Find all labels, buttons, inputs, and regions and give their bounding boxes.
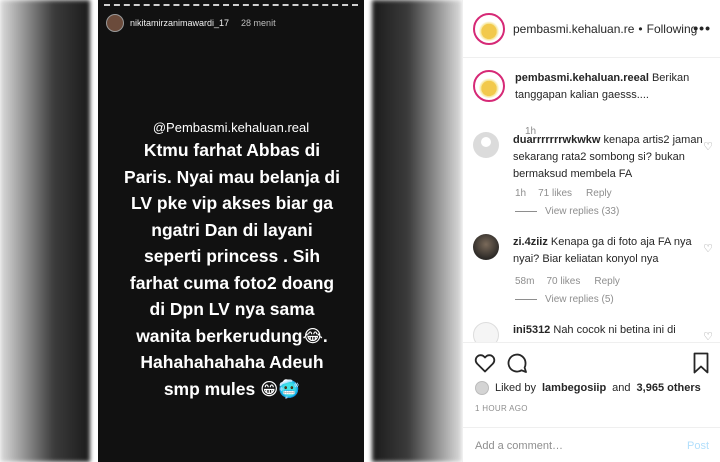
view-replies-line xyxy=(515,299,537,300)
laughing-emoji-icon: 😂 xyxy=(302,325,323,346)
post-time: 1 HOUR AGO xyxy=(475,404,528,413)
comment-reply-button[interactable]: Reply xyxy=(594,276,620,287)
commenter-avatar[interactable] xyxy=(473,234,499,260)
like-heart-icon[interactable] xyxy=(473,351,497,375)
view-replies-line xyxy=(515,211,537,212)
story-text: Ktmu farhat Abbas di Paris. Nyai mau bel… xyxy=(108,137,356,402)
media-blur-left xyxy=(0,0,90,462)
story-line: smp mules xyxy=(163,378,256,399)
story-line: di Dpn LV nya sama xyxy=(149,299,315,319)
comment-like-heart-icon[interactable]: ♡ xyxy=(703,330,713,342)
post-media[interactable]: nikitamirzanimawardi_17 28 menit @Pembas… xyxy=(0,0,462,462)
caption-avatar[interactable] xyxy=(473,70,505,102)
story-line: Ktmu farhat Abbas di xyxy=(143,140,321,160)
caption-text: pembasmi.kehaluan.reeal Berikan tanggapa… xyxy=(515,70,715,104)
more-dots-icon[interactable]: ••• xyxy=(693,20,711,36)
comment-text: ini5312 Nah cocok ni betina ini di xyxy=(513,322,713,339)
comment-likes[interactable]: 71 likes xyxy=(538,188,572,199)
story-line: Hahahahahaha Adeuh xyxy=(140,352,324,372)
post-header: pembasmi.kehaluan.re • Following ••• xyxy=(463,0,720,58)
comment-meta: 1h 71 likes Reply xyxy=(515,188,612,199)
comments-list[interactable]: pembasmi.kehaluan.reeal Berikan tanggapa… xyxy=(463,58,720,342)
liker-username[interactable]: lambegosiip xyxy=(542,382,606,394)
comment-text: duarrrrrrrwkwkw kenapa artis2 jaman seka… xyxy=(513,132,713,183)
comment-username[interactable]: duarrrrrrrwkwkw xyxy=(513,134,600,146)
post-button[interactable]: Post xyxy=(687,440,709,452)
view-replies-label[interactable]: View replies (5) xyxy=(545,294,614,305)
likes-prefix: Liked by xyxy=(495,382,536,394)
comment-bubble-icon[interactable] xyxy=(505,351,529,375)
header-separator: • xyxy=(638,21,643,36)
story-progress-bar xyxy=(104,4,358,6)
comment-text: zi.4ziiz Kenapa ga di foto aja FA nya ny… xyxy=(513,234,713,268)
bookmark-icon[interactable] xyxy=(689,351,713,375)
grinning-emoji-icon: 😁 xyxy=(260,378,279,399)
media-blur-right xyxy=(372,0,462,462)
comment-time: 58m xyxy=(515,276,535,287)
post-actions: Liked by lambegosiip and 3,965 others 1 … xyxy=(463,342,720,462)
comment-like-heart-icon[interactable]: ♡ xyxy=(703,140,713,153)
story-header: nikitamirzanimawardi_17 28 menit xyxy=(106,14,276,32)
story-avatar xyxy=(106,14,124,32)
comment-input[interactable] xyxy=(475,439,687,452)
caption-avatar-image xyxy=(477,74,501,98)
comment-time: 1h xyxy=(515,188,527,199)
add-comment-bar: Post xyxy=(463,427,720,462)
story-line: LV pke vip akses biar ga xyxy=(131,193,333,213)
view-replies[interactable]: View replies (33) xyxy=(515,206,619,217)
story-line-with-emoji: smp mules 😁🥶 xyxy=(108,376,356,403)
story-line: wanita berkerudung xyxy=(136,325,303,346)
comment-meta: 58m 70 likes Reply xyxy=(515,276,620,287)
story-line: ngatri Dan di layani xyxy=(151,219,313,240)
commenter-avatar[interactable] xyxy=(473,322,499,342)
post-panel: pembasmi.kehaluan.re • Following ••• pem… xyxy=(462,0,720,462)
liker-avatar xyxy=(475,381,489,395)
author-avatar[interactable] xyxy=(473,12,505,45)
story-screenshot: nikitamirzanimawardi_17 28 menit @Pembas… xyxy=(98,0,364,462)
story-line-with-emoji: wanita berkerudung😂. xyxy=(136,325,328,346)
likes-summary[interactable]: Liked by lambegosiip and 3,965 others xyxy=(475,381,701,395)
likes-and: and xyxy=(612,382,631,394)
view-replies-label[interactable]: View replies (33) xyxy=(545,206,619,217)
caption-username[interactable]: pembasmi.kehaluan.reeal xyxy=(515,72,649,84)
story-username: nikitamirzanimawardi_17 xyxy=(130,18,230,28)
comment-like-heart-icon[interactable]: ♡ xyxy=(703,242,713,255)
comment-username[interactable]: ini5312 xyxy=(513,324,550,336)
story-line: seperti princess . Sih xyxy=(143,246,321,266)
commenter-avatar[interactable] xyxy=(473,132,499,158)
comment-username[interactable]: zi.4ziiz xyxy=(513,236,548,248)
comment-likes[interactable]: 70 likes xyxy=(546,276,580,287)
comment-body: Nah cocok ni betina ini di xyxy=(553,324,676,336)
following-button[interactable]: Following xyxy=(647,22,698,36)
cold-face-emoji-icon: 🥶 xyxy=(278,378,301,399)
author-username[interactable]: pembasmi.kehaluan.re xyxy=(513,22,634,36)
likes-count[interactable]: 3,965 others xyxy=(637,382,701,394)
story-time: 28 menit xyxy=(241,18,276,28)
view-replies[interactable]: View replies (5) xyxy=(515,294,614,305)
story-line: Paris. Nyai mau belanja di xyxy=(124,166,340,187)
comment-reply-button[interactable]: Reply xyxy=(586,188,612,199)
author-avatar-image xyxy=(477,16,501,41)
story-mention: @Pembasmi.kehaluan.real xyxy=(152,120,310,135)
story-line: farhat cuma foto2 doang xyxy=(129,272,335,293)
